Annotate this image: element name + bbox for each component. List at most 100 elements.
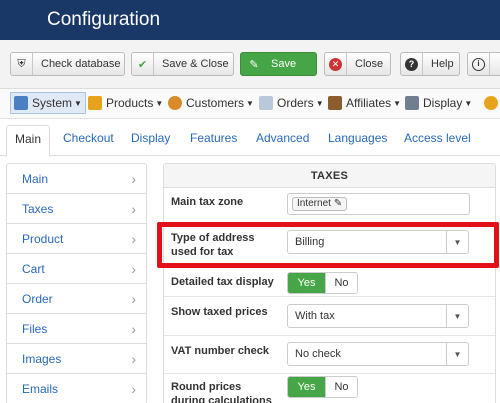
tab-languages[interactable]: Languages [328,131,387,145]
config-tabs: Main Checkout Display Features Advanced … [0,119,500,157]
sidebar-item-main[interactable]: Main › [7,164,146,194]
wrench-icon [14,96,28,110]
gear-icon [484,96,498,110]
toggle-yes[interactable]: Yes [288,273,325,293]
menu-products[interactable]: Products ▼ [88,96,163,110]
toggle-no[interactable]: No [325,273,357,293]
save-label: Save [271,58,297,70]
divider [164,335,495,336]
menu-more[interactable] [484,96,500,110]
menu-orders-label: Orders [277,96,314,110]
taxes-heading: TAXES [164,164,495,188]
sidebar-item-label: Emails [22,381,59,396]
menu-products-label: Products [106,96,154,110]
help-label: Help [431,58,454,70]
detailed-tax-toggle[interactable]: Yes No [287,272,358,294]
show-taxed-select[interactable]: With tax ▼ [287,304,469,328]
chevron-right-icon: › [131,350,136,367]
menu-affiliates-label: Affiliates [346,96,392,110]
vat-check-value: No check [295,348,341,360]
save-close-button[interactable]: ✔ Save & Close [131,52,234,76]
check-database-label: Check database [41,58,121,70]
caret-down-icon: ▼ [393,98,402,108]
close-circle-icon: ✕ [325,53,347,75]
check-icon: ✔ [132,53,154,75]
menu-bar: System ▼ Products ▼ Customers ▼ Orders ▼ Aff… [0,89,500,119]
menu-customers-label: Customers [186,96,245,110]
show-taxed-value: With tax [295,310,335,322]
tax-zone-tag[interactable]: Internet ✎ [292,197,348,211]
sidebar-item-label: Order [22,291,53,306]
detailed-tax-label: Detailed tax display [171,276,274,288]
chevron-right-icon: › [131,230,136,247]
menu-system[interactable]: System ▼ [10,92,86,114]
menu-display[interactable]: Display ▼ [405,96,472,110]
toolbar: ⛨ Check database ✔ Save & Close ✎ Save ✕… [0,40,500,89]
products-icon [88,96,102,110]
menu-customers[interactable]: Customers ▼ [168,96,254,110]
toggle-no[interactable]: No [325,377,357,397]
sidebar-item-cart[interactable]: Cart › [7,254,146,284]
edit-icon: ✎ [249,58,259,71]
side-nav: Main › Taxes › Product › Cart › Order › Files… [6,163,147,403]
caret-down-icon: ▼ [155,98,164,108]
round-prices-toggle[interactable]: Yes No [287,376,358,398]
tab-checkout[interactable]: Checkout [63,131,114,145]
shield-icon: ⛨ [11,53,33,75]
menu-system-label: System [32,96,73,110]
toggle-yes[interactable]: Yes [288,377,325,397]
menu-display-label: Display [423,96,463,110]
sidebar-item-label: Main [22,171,49,186]
sidebar-item-label: Taxes [22,201,54,216]
check-database-button[interactable]: ⛨ Check database [10,52,125,76]
sidebar-item-emails[interactable]: Emails › [7,374,146,403]
tab-advanced[interactable]: Advanced [256,131,309,145]
affiliates-icon [328,96,342,110]
options-button[interactable]: i [467,52,500,76]
main-tax-zone-input[interactable]: Internet ✎ [287,193,470,215]
orders-icon [259,96,273,110]
tab-main[interactable]: Main [6,125,51,157]
sidebar-item-label: Files [22,321,48,336]
caret-down-icon: ▼ [315,98,324,108]
chevron-right-icon: › [131,290,136,307]
sidebar-item-order[interactable]: Order › [7,284,146,314]
chevron-right-icon: › [131,200,136,217]
close-button[interactable]: ✕ Close [324,52,391,76]
info-icon: i [468,53,490,75]
caret-down-icon: ▼ [446,305,468,327]
chevron-right-icon: › [131,170,136,187]
display-icon [405,96,419,110]
sidebar-item-label: Images [22,351,62,366]
question-icon: ? [401,53,423,75]
save-button[interactable]: ✎ Save [240,52,317,76]
tab-features[interactable]: Features [190,131,237,145]
tax-zone-tag-label: Internet [297,198,331,209]
tab-display[interactable]: Display [131,131,170,145]
title-bar: Configuration [0,0,500,40]
menu-orders[interactable]: Orders ▼ [259,96,324,110]
customers-icon [168,96,182,110]
tab-access-level[interactable]: Access level [404,131,471,145]
sidebar-item-images[interactable]: Images › [7,344,146,374]
help-button[interactable]: ? Help [400,52,460,76]
sidebar-item-taxes[interactable]: Taxes › [7,194,146,224]
menu-affiliates[interactable]: Affiliates ▼ [328,96,401,110]
sidebar-item-product[interactable]: Product › [7,224,146,254]
highlight-box [157,222,499,268]
close-label: Close [355,58,384,70]
sidebar-item-files[interactable]: Files › [7,314,146,344]
chevron-right-icon: › [131,260,136,277]
caret-down-icon: ▼ [464,98,473,108]
round-prices-label: Round prices during calculations [171,381,272,403]
page-title: Configuration [47,9,161,30]
caret-down-icon: ▼ [246,98,254,108]
chevron-right-icon: › [131,320,136,337]
sidebar-item-label: Cart [22,261,45,276]
caret-down-icon: ▼ [446,343,468,365]
vat-check-select[interactable]: No check ▼ [287,342,469,366]
caret-down-icon: ▼ [74,98,82,108]
show-taxed-label: Show taxed prices [171,306,268,318]
pencil-icon[interactable]: ✎ [334,198,342,210]
save-close-label: Save & Close [162,58,229,70]
